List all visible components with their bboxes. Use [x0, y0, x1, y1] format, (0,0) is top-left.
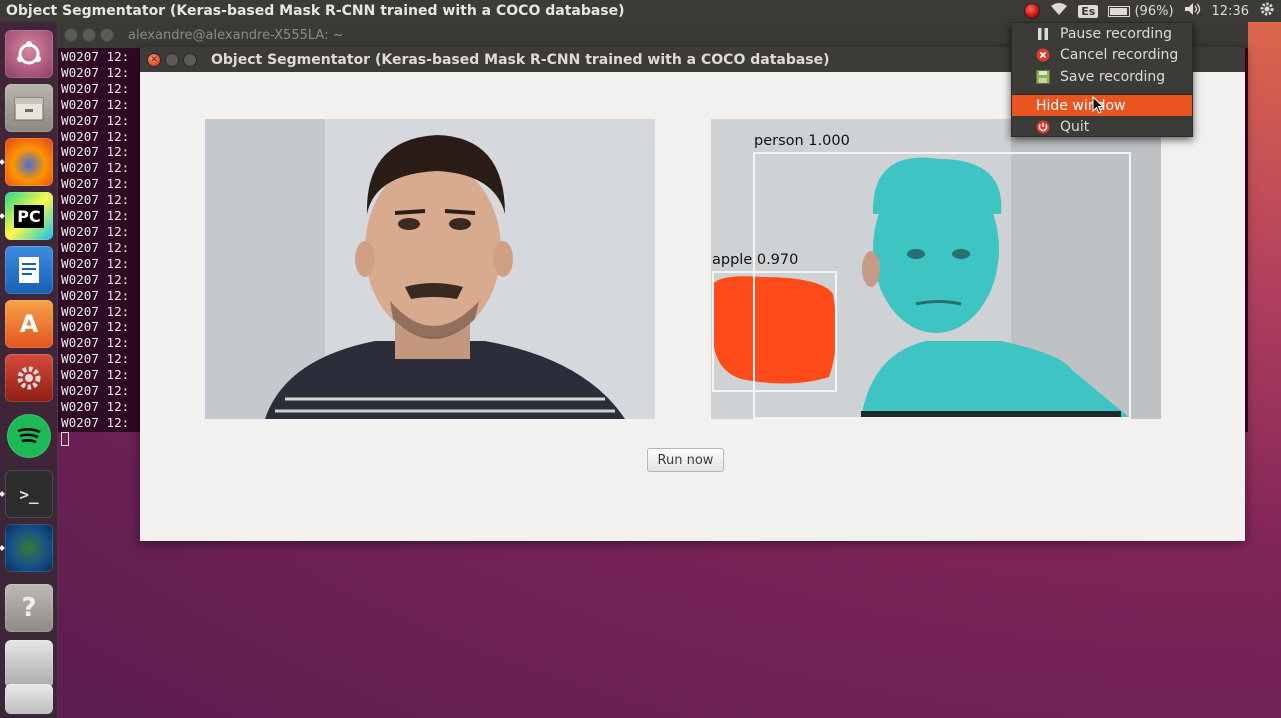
run-now-button[interactable]: Run now [647, 448, 724, 472]
maximize-icon[interactable] [183, 52, 197, 67]
battery-indicator[interactable]: (96%) [1108, 3, 1174, 19]
close-icon[interactable]: ✕ [147, 52, 161, 67]
menu-item-label: Save recording [1060, 68, 1166, 85]
gear-icon[interactable] [1259, 1, 1275, 21]
ubuntu-dash-icon[interactable] [5, 30, 53, 78]
battery-percent: (96%) [1134, 3, 1174, 19]
wifi-icon[interactable] [1050, 2, 1068, 20]
menu-item-label: Cancel recording [1060, 46, 1179, 63]
terminal-title: alexandre@alexandre-X555LA: ~ [128, 27, 344, 43]
person-image [205, 119, 655, 419]
battery-icon [1108, 5, 1131, 17]
app-title: Object Segmentator (Keras-based Mask R-C… [211, 51, 830, 68]
recording-indicator-menu: Pause recording Cancel recording Save re… [1011, 22, 1193, 137]
help-icon[interactable]: ? [5, 584, 53, 632]
save-icon [1036, 69, 1050, 84]
clock[interactable]: 12:36 [1212, 4, 1249, 19]
terminal-icon[interactable]: >_ [5, 470, 53, 518]
record-indicator-icon[interactable] [1024, 3, 1041, 19]
spotify-icon[interactable] [7, 414, 51, 458]
menu-item-pause-recording[interactable]: Pause recording [1012, 23, 1192, 44]
mouse-pointer-icon [1092, 96, 1104, 114]
drive-2-icon[interactable] [5, 684, 53, 714]
drive-icon[interactable] [5, 640, 53, 688]
volume-icon[interactable] [1184, 2, 1202, 20]
menu-item-cancel-recording[interactable]: Cancel recording [1012, 44, 1192, 65]
webcam-input-image [205, 119, 655, 419]
terminal-cursor [61, 432, 69, 447]
software-center-icon[interactable]: A [5, 300, 53, 348]
menu-item-label: Hide window [1036, 97, 1126, 114]
system-settings-icon[interactable] [5, 354, 53, 402]
menu-item-save-recording[interactable]: Save recording [1012, 66, 1192, 87]
launcher: PC A >_ ? [0, 22, 58, 718]
segmentation-output-image: person 1.000 apple 0.970 [711, 119, 1161, 419]
keyboard-layout-indicator[interactable]: Es [1078, 4, 1099, 18]
power-icon [1036, 120, 1050, 134]
menu-item-quit[interactable]: Quit [1012, 116, 1192, 137]
menu-item-label: Pause recording [1060, 25, 1172, 42]
apple-detection-label: apple 0.970 [712, 252, 799, 268]
menu-item-label: Quit [1060, 118, 1090, 135]
pycharm-icon[interactable]: PC [5, 192, 53, 240]
firefox-icon[interactable] [5, 138, 53, 186]
minimize-icon[interactable] [165, 52, 179, 67]
globe-app-icon[interactable] [5, 524, 53, 572]
apple-bounding-box [712, 271, 837, 392]
maximize-icon[interactable] [100, 28, 114, 42]
writer-icon[interactable] [5, 246, 53, 294]
files-icon[interactable] [5, 84, 53, 132]
minimize-icon[interactable] [82, 28, 96, 42]
cancel-icon [1036, 48, 1050, 62]
person-detection-label: person 1.000 [754, 133, 850, 149]
active-window-title: Object Segmentator (Keras-based Mask R-C… [6, 3, 625, 19]
top-panel: Object Segmentator (Keras-based Mask R-C… [0, 0, 1281, 22]
indicator-area: Es (96%) 12:36 [1024, 0, 1275, 22]
close-icon[interactable] [64, 28, 78, 42]
pause-icon [1036, 27, 1050, 41]
